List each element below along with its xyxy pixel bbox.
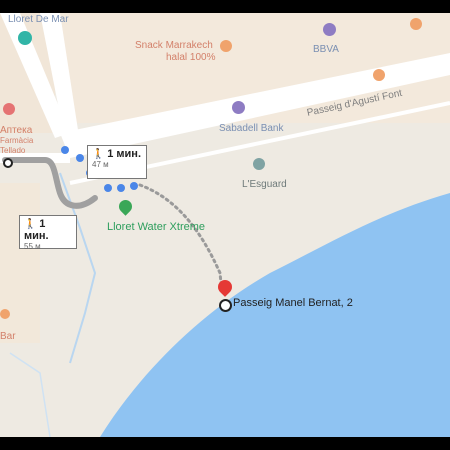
stream <box>9 352 51 437</box>
walking-icon: 🚶 <box>24 219 37 230</box>
place-label-snack: Snack Marrakech <box>135 40 213 51</box>
place-label-lloret-de-mar: Lloret De Mar <box>8 14 69 25</box>
place-label-apteka: Аптека <box>0 125 33 136</box>
place-icon[interactable] <box>18 31 32 45</box>
walk-distance: 47 м <box>92 160 109 169</box>
bank-icon[interactable] <box>323 23 336 36</box>
walk-duration-box[interactable]: 🚶 1 мин. 47 м <box>87 145 147 179</box>
walking-icon: 🚶 <box>92 149 105 160</box>
city-block <box>0 183 40 343</box>
destination-dot <box>219 299 232 312</box>
restaurant-icon[interactable] <box>373 69 385 81</box>
place-label-esguard: L'Esguard <box>242 179 287 190</box>
place-icon[interactable] <box>253 158 265 170</box>
place-label-halal: halal 100% <box>166 52 216 63</box>
destination-label: Passeig Manel Bernat, 2 <box>233 297 353 309</box>
pharmacy-icon[interactable] <box>3 103 15 115</box>
place-label-farmacia: Farmàcia <box>0 136 34 145</box>
place-label-bar: Bar <box>0 331 16 342</box>
place-label-sabadell: Sabadell Bank <box>219 123 284 134</box>
start-point <box>3 158 13 168</box>
restaurant-icon[interactable] <box>220 40 232 52</box>
place-label-water-xtreme: Lloret Water Xtreme <box>107 221 206 233</box>
walk-time: 1 мин. <box>107 148 142 160</box>
map-view[interactable]: Lloret De Mar Snack Marrakech halal 100%… <box>0 13 450 437</box>
walk-route-dotted <box>138 183 224 295</box>
restaurant-icon[interactable] <box>410 18 422 30</box>
screenshot-frame: Lloret De Mar Snack Marrakech halal 100%… <box>0 0 450 450</box>
bank-icon[interactable] <box>232 101 245 114</box>
bar-icon[interactable] <box>0 309 10 319</box>
walk-distance: 55 м <box>24 242 41 251</box>
place-label-tellado: Tellado <box>0 146 26 155</box>
place-label-bbva: BBVA <box>313 44 339 55</box>
walk-duration-box[interactable]: 🚶 1 мин. 55 м <box>19 215 77 251</box>
